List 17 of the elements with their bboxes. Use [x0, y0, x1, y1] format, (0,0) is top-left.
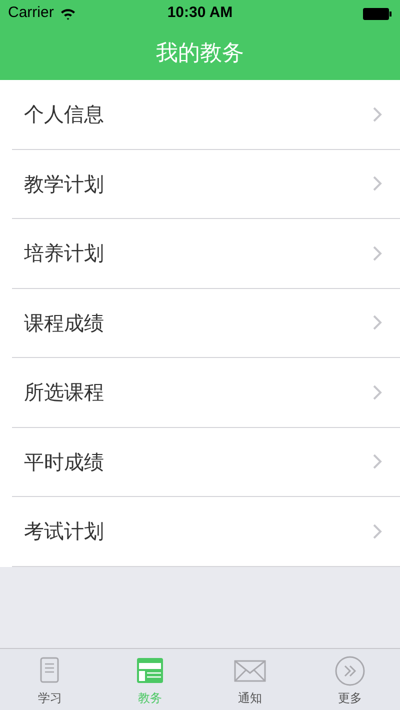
battery-icon	[363, 8, 392, 20]
clock-time: 10:30 AM	[167, 3, 233, 24]
nav-title: 我的教务	[156, 40, 244, 68]
chevron-icon	[373, 454, 382, 470]
chevron-icon	[373, 315, 382, 330]
carrier-label: Carrier	[8, 3, 54, 24]
chevron-icon	[373, 384, 382, 400]
tab-button[interactable]: 学习	[0, 649, 100, 710]
window-icon	[134, 655, 166, 686]
chevron-icon	[373, 176, 382, 192]
wifi-icon	[60, 8, 76, 20]
chevron-icon	[373, 106, 382, 122]
tab-button[interactable]: 通知	[200, 649, 300, 710]
chevron-icon	[373, 246, 382, 261]
chevron-icon	[373, 524, 382, 539]
double-chevron-icon	[334, 655, 366, 686]
tab-button[interactable]: 更多	[300, 649, 400, 710]
